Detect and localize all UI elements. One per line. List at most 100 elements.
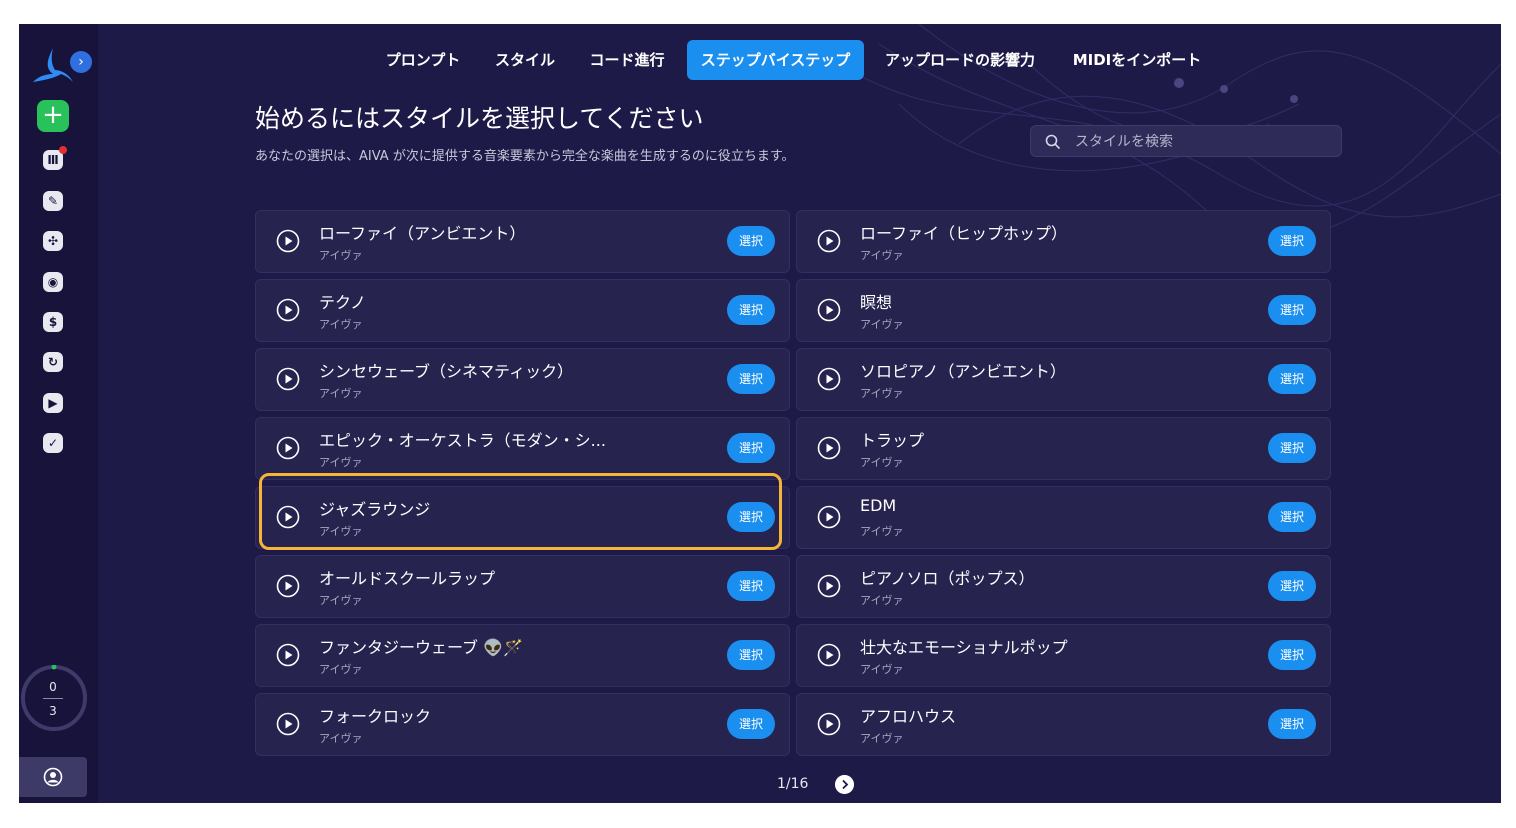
play-preview-icon[interactable] xyxy=(817,436,841,460)
tab-step-by-step[interactable]: ステップバイステップ xyxy=(687,40,864,80)
next-page-button[interactable] xyxy=(835,775,854,794)
select-style-button[interactable]: 選択 xyxy=(727,364,775,394)
style-card[interactable]: オールドスクールラップアイヴァ 選択 xyxy=(255,555,790,618)
style-search[interactable] xyxy=(1030,125,1342,157)
puzzle-icon[interactable]: ✣ xyxy=(43,231,63,251)
credits-divider xyxy=(43,698,63,699)
play-preview-icon[interactable] xyxy=(276,229,300,253)
search-input[interactable] xyxy=(1073,131,1337,153)
dollar-icon[interactable]: $ xyxy=(43,312,63,332)
style-name: ローファイ（アンビエント） xyxy=(319,224,526,243)
style-card[interactable]: 瞑想 アイヴァ 選択 xyxy=(796,279,1331,342)
style-card[interactable]: ソロピアノ（アンビエント） アイヴァ 選択 xyxy=(796,348,1331,411)
style-card[interactable]: ピアノソロ（ポップス） アイヴァ 選択 xyxy=(796,555,1331,618)
style-card[interactable]: フォークロック アイヴァ 選択 xyxy=(255,693,790,756)
select-style-button[interactable]: 選択 xyxy=(727,502,775,532)
page-title: 始めるにはスタイルを選択してください xyxy=(255,104,704,133)
user-account-button[interactable] xyxy=(19,757,87,797)
select-style-button[interactable]: 選択 xyxy=(1268,640,1316,670)
style-card[interactable]: ジャズラウンジアイヴァ 選択 xyxy=(255,486,790,549)
select-style-button[interactable]: 選択 xyxy=(727,640,775,670)
deco-dot xyxy=(1220,85,1228,93)
select-style-button[interactable]: 選択 xyxy=(727,709,775,739)
style-card[interactable]: EDM アイヴァ 選択 xyxy=(796,486,1331,549)
style-name: ジャズラウンジ xyxy=(319,500,431,519)
style-name: オールドスクールラップ xyxy=(319,569,496,588)
select-style-button[interactable]: 選択 xyxy=(727,433,775,463)
select-style-button[interactable]: 選択 xyxy=(1268,226,1316,256)
new-track-button[interactable]: + xyxy=(37,100,69,132)
search-icon xyxy=(1045,134,1061,150)
style-name: エピック・オーケストラ（モダン・シ... xyxy=(319,431,606,450)
style-author: アイヴァ xyxy=(860,594,904,607)
style-card[interactable]: テクノアイヴァ 選択 xyxy=(255,279,790,342)
aiva-logo[interactable] xyxy=(31,44,75,84)
sidebar: › + Ⅲ ✎ ✣ ◉ $ ↻ ▶ ✓ 0 3 xyxy=(19,24,98,803)
broadcast-icon[interactable]: ◉ xyxy=(43,272,63,292)
style-author: アイヴァ xyxy=(319,594,363,607)
play-preview-icon[interactable] xyxy=(817,643,841,667)
notification-dot xyxy=(59,146,67,154)
user-icon xyxy=(43,767,63,787)
tab-style[interactable]: スタイル xyxy=(484,40,566,80)
play-preview-icon[interactable] xyxy=(276,436,300,460)
style-card[interactable]: ローファイ（ヒップホップ） アイヴァ 選択 xyxy=(796,210,1331,273)
play-preview-icon[interactable] xyxy=(817,229,841,253)
style-card[interactable]: トラップ アイヴァ 選択 xyxy=(796,417,1331,480)
page-subtitle: あなたの選択は、AIVA が次に提供する音楽要素から完全な楽曲を生成するのに役立… xyxy=(255,149,795,164)
style-author: アイヴァ xyxy=(319,456,363,469)
style-card[interactable]: シンセウェーブ（シネマティック） アイヴァ 選択 xyxy=(255,348,790,411)
style-card[interactable]: エピック・オーケストラ（モダン・シ... アイヴァ 選択 xyxy=(255,417,790,480)
play-preview-icon[interactable] xyxy=(817,712,841,736)
play-preview-icon[interactable] xyxy=(817,367,841,391)
style-card[interactable]: 壮大なエモーショナルポップアイヴァ 選択 xyxy=(796,624,1331,687)
tab-chord-progression[interactable]: コード進行 xyxy=(579,40,675,80)
style-author: アイヴァ xyxy=(860,318,904,331)
style-name: テクノ xyxy=(319,293,367,312)
select-style-button[interactable]: 選択 xyxy=(727,571,775,601)
tab-import-midi[interactable]: MIDIをインポート xyxy=(1059,40,1215,80)
style-author: アイヴァ xyxy=(319,525,363,538)
play-preview-icon[interactable] xyxy=(276,643,300,667)
play-preview-icon[interactable] xyxy=(276,367,300,391)
download-icon[interactable]: ✓ xyxy=(43,433,63,453)
history-icon[interactable]: ↻ xyxy=(43,352,63,372)
pencil-icon[interactable]: ✎ xyxy=(43,191,63,211)
style-author: アイヴァ xyxy=(860,663,904,676)
select-style-button[interactable]: 選択 xyxy=(727,295,775,325)
play-preview-icon[interactable] xyxy=(276,712,300,736)
select-style-button[interactable]: 選択 xyxy=(1268,364,1316,394)
style-author: アイヴァ xyxy=(319,732,363,745)
select-style-button[interactable]: 選択 xyxy=(727,226,775,256)
select-style-button[interactable]: 選択 xyxy=(1268,502,1316,532)
play-preview-icon[interactable] xyxy=(817,574,841,598)
style-name: トラップ xyxy=(860,431,925,450)
style-author: アイヴァ xyxy=(860,732,904,745)
page-indicator: 1/16 xyxy=(777,776,809,792)
play-preview-icon[interactable] xyxy=(276,505,300,529)
style-author: アイヴァ xyxy=(319,318,363,331)
style-card[interactable]: ローファイ（アンビエント） アイヴァ 選択 xyxy=(255,210,790,273)
credits-used: 0 xyxy=(49,680,57,694)
play-preview-icon[interactable] xyxy=(276,298,300,322)
style-author: アイヴァ xyxy=(860,387,904,400)
play-icon[interactable]: ▶ xyxy=(43,393,63,413)
expand-sidebar-icon[interactable]: › xyxy=(70,51,92,73)
style-card[interactable]: アフロハウス アイヴァ 選択 xyxy=(796,693,1331,756)
select-style-button[interactable]: 選択 xyxy=(1268,433,1316,463)
style-name: シンセウェーブ（シネマティック） xyxy=(319,362,574,381)
style-name: 壮大なエモーショナルポップ xyxy=(860,638,1068,657)
credits-total: 3 xyxy=(49,704,57,718)
style-author: アイヴァ xyxy=(860,525,904,538)
play-preview-icon[interactable] xyxy=(817,298,841,322)
play-preview-icon[interactable] xyxy=(817,505,841,529)
tab-prompt[interactable]: プロンプト xyxy=(374,40,472,80)
style-author: アイヴァ xyxy=(319,249,363,262)
select-style-button[interactable]: 選択 xyxy=(1268,709,1316,739)
play-preview-icon[interactable] xyxy=(276,574,300,598)
style-card[interactable]: ファンタジーウェーブ 👽🪄 アイヴァ 選択 xyxy=(255,624,790,687)
style-author: アイヴァ xyxy=(319,663,363,676)
select-style-button[interactable]: 選択 xyxy=(1268,571,1316,601)
select-style-button[interactable]: 選択 xyxy=(1268,295,1316,325)
tab-upload-influence[interactable]: アップロードの影響力 xyxy=(874,40,1046,80)
